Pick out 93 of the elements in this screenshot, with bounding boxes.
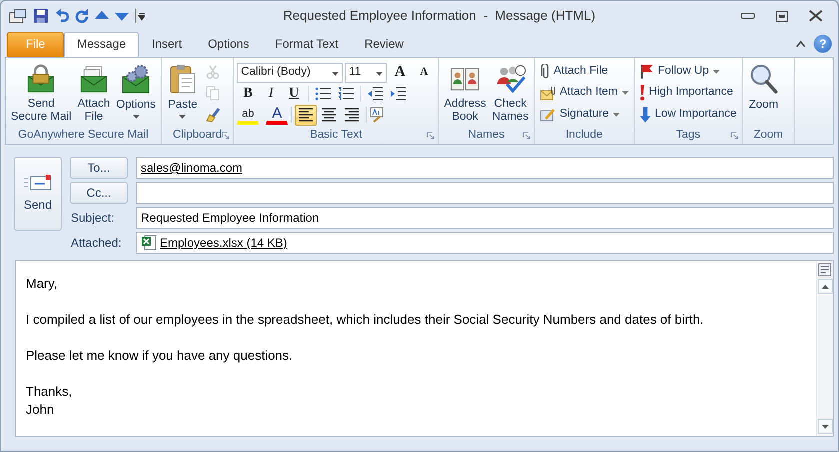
group-label: GoAnywhere Secure Mail [18,128,149,143]
people-check-icon [494,63,527,94]
align-left-button[interactable] [295,104,318,126]
flag-icon [640,64,654,80]
customize-caret-icon[interactable] [135,9,145,23]
spreadsheet-icon[interactable] [141,235,157,251]
ribbon-tab[interactable]: Insert [139,32,196,57]
group-label: Zoom [754,128,784,143]
body-text: I compiled a list of our employees in the spreadsheet, which includes their Social Security Numbers and dates of birth. [26,311,705,329]
scroll-up-button[interactable] [818,279,832,294]
ribbon-button[interactable]: Options [113,60,159,127]
increase-indent-icon [390,86,406,101]
undo-icon[interactable] [55,9,69,23]
group-label: Include [566,128,603,143]
envelope-clip-icon [540,85,556,101]
group-label: Basic Text [310,128,362,143]
ribbon-tab[interactable]: Review [352,32,417,57]
cc-button[interactable]: Cc... [70,182,128,204]
paperclip-icon [540,64,550,80]
ribbon-button[interactable]: Send Secure Mail [8,60,75,127]
ribbon-button[interactable]: High Importance [637,82,740,104]
to-button[interactable]: To... [70,157,128,179]
body-text: Please let me know if you have any questions. [26,347,294,365]
font-size-dropdown[interactable]: 11 [345,62,388,83]
down-arrow-icon [822,424,828,428]
exclamation-icon [640,85,645,101]
ribbon-button[interactable]: Paste [164,60,202,127]
attached-label: Attached: [70,235,123,252]
grow-font-button[interactable]: A [389,62,412,84]
maximize-icon [776,10,788,22]
ribbon-button[interactable]: Follow Up [637,61,740,82]
underline-button[interactable]: U [283,83,306,104]
body-text: Thanks, [26,383,74,401]
down-arrow-icon [640,106,651,122]
ribbon-tab[interactable]: Options [195,32,262,57]
group-label: Names [468,128,505,143]
caret-icon [613,112,620,116]
bullets-icon [315,86,332,101]
align-icon [321,107,338,124]
ribbon-button[interactable]: Zoom [744,60,783,127]
align-icon [344,107,360,124]
up-arrow-icon[interactable] [95,11,109,21]
gear-envelope-icon [120,63,152,95]
send-button[interactable]: Send [14,157,62,231]
decrease-indent-icon [367,86,384,101]
ribbon-tab[interactable]: Format Text [262,32,352,57]
bold-button[interactable]: B [237,83,260,104]
subject-field[interactable]: Requested Employee Information [136,207,834,229]
ribbon-button[interactable]: Signature [536,104,632,125]
group-label: Tags [676,128,701,143]
minimize-icon [741,13,755,19]
up-arrow-icon [822,284,828,288]
caret-icon [179,115,186,119]
body-text: John [26,401,56,419]
ruler-icon[interactable] [818,263,832,277]
ribbon-button[interactable]: Check Names [489,60,532,127]
numbering-icon [338,86,354,101]
caret-icon [622,91,629,95]
window-title: Requested Employee Information - Message (HTML) [282,7,597,26]
font-dropdown[interactable]: Calibri (Body) [237,62,344,83]
highlight-button[interactable]: ab [237,105,260,126]
to-field[interactable]: sales@linoma.com [136,157,834,179]
caret-icon [713,70,720,74]
group-label: Clipboard [172,128,222,143]
scissors-icon [204,64,221,80]
align-icon [298,107,314,124]
caret-icon [332,72,340,76]
caret-icon [376,72,384,76]
subject-label: Subject: [70,210,116,227]
envelope-icon [23,174,53,192]
copy-icon [204,85,221,101]
envelope-app-icon[interactable] [9,8,27,24]
redo-icon[interactable] [75,9,89,23]
ribbon-button[interactable]: Address Book [441,60,490,127]
body-text: Mary, [26,275,59,293]
close-icon [809,10,823,22]
ribbon-button[interactable]: Attach File [536,61,632,82]
collapse-ribbon-icon[interactable] [796,40,806,48]
caret-icon [132,115,140,119]
cc-field[interactable] [136,182,834,204]
ribbon-tab[interactable]: Message [64,32,140,57]
down-arrow-icon[interactable] [115,11,129,21]
brush-icon [204,106,221,122]
ribbon-button[interactable]: Attach File [74,60,114,127]
ribbon-button[interactable]: Low Importance [637,104,740,125]
save-icon[interactable] [33,8,49,24]
scroll-down-button[interactable] [818,419,832,434]
pen-icon [540,106,556,122]
attachment-link[interactable]: Employees.xlsx (14 KB) [160,234,288,252]
italic-button[interactable]: I [260,83,282,104]
styles-icon[interactable] [370,107,384,124]
ribbon-button[interactable]: Attach Item [536,82,632,104]
shrink-font-button[interactable]: A [413,62,436,84]
